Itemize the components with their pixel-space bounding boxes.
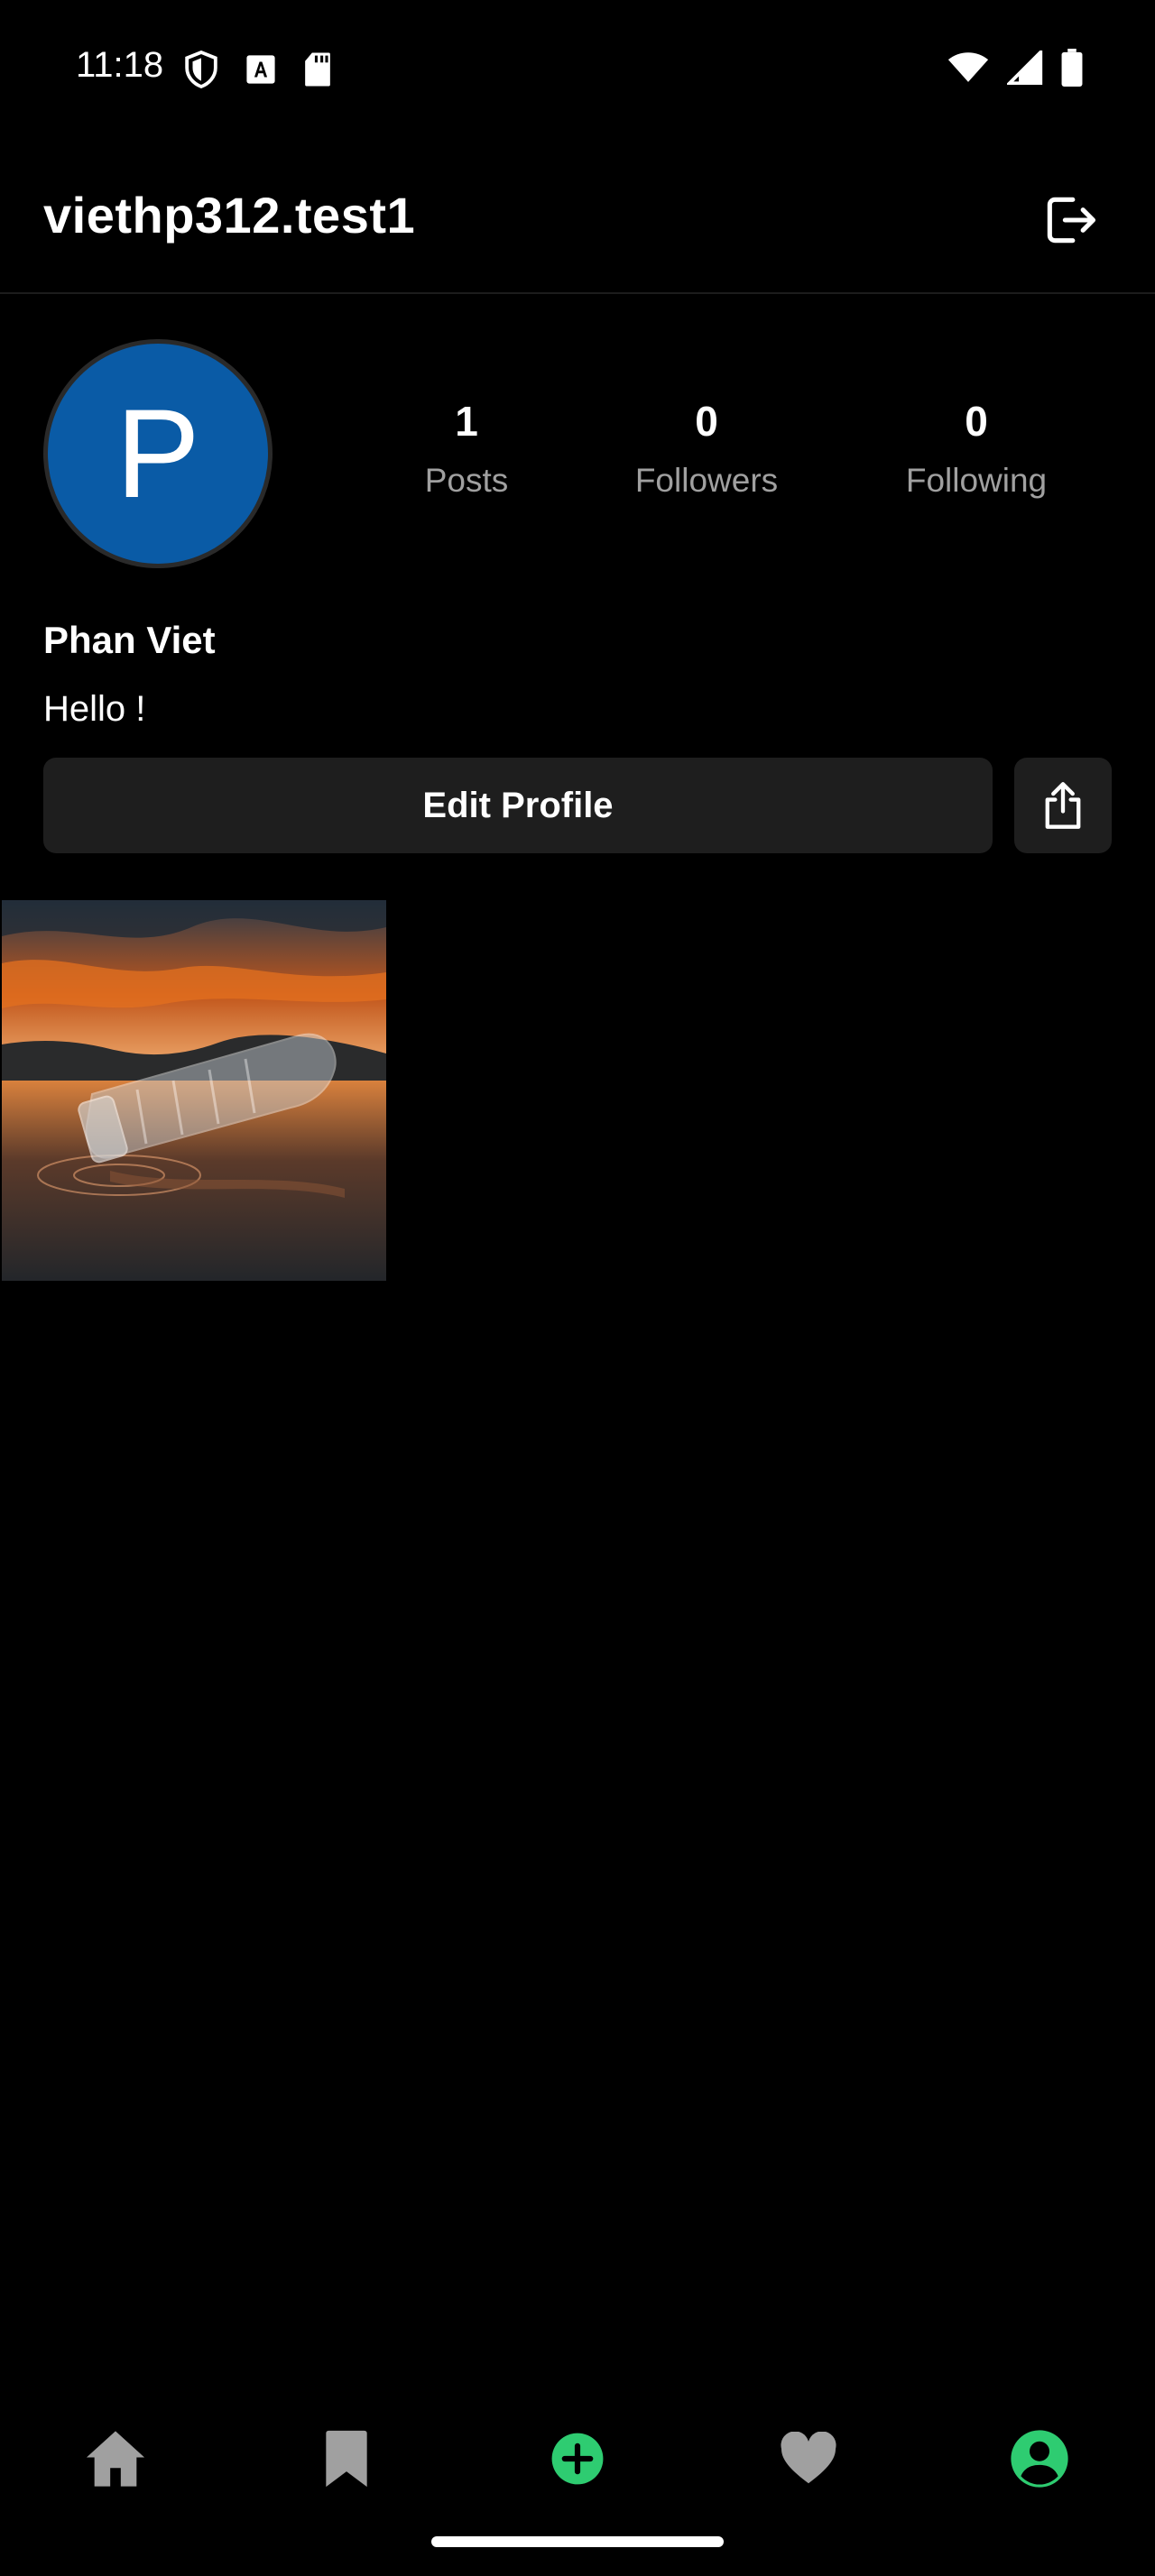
avatar[interactable]: P xyxy=(43,339,273,568)
nav-home[interactable] xyxy=(79,2423,152,2495)
app-header: viethp312.test1 xyxy=(0,153,1155,294)
bio-text: Hello ! xyxy=(43,689,146,729)
cell-signal-icon xyxy=(1007,51,1043,85)
nav-activity[interactable] xyxy=(772,2423,845,2495)
profile-icon xyxy=(1011,2430,1068,2488)
followers-label: Followers xyxy=(634,462,779,499)
status-right-icons xyxy=(947,49,1083,87)
bottom-nav xyxy=(0,2399,1155,2507)
home-indicator[interactable] xyxy=(431,2536,724,2547)
stat-posts[interactable]: 1 Posts xyxy=(367,397,566,500)
nav-profile[interactable] xyxy=(1003,2423,1076,2495)
following-label: Following xyxy=(905,462,1048,499)
post-thumbnail[interactable] xyxy=(2,900,386,1281)
logout-button[interactable] xyxy=(1040,189,1101,251)
heart-icon xyxy=(781,2432,836,2484)
following-count: 0 xyxy=(965,398,988,445)
nav-add-post[interactable] xyxy=(541,2423,614,2495)
stat-followers[interactable]: 0 Followers xyxy=(607,397,806,500)
font-download-icon xyxy=(246,55,275,84)
edit-profile-button[interactable]: Edit Profile xyxy=(43,758,993,853)
wifi-icon xyxy=(947,52,989,82)
status-time: 11:18 xyxy=(76,45,164,85)
profile-username: viethp312.test1 xyxy=(43,187,416,244)
home-icon xyxy=(86,2431,145,2487)
battery-icon xyxy=(1061,49,1083,87)
share-icon xyxy=(1045,782,1081,829)
posts-count: 1 xyxy=(455,398,478,445)
bookmark-icon xyxy=(326,2430,367,2488)
display-name: Phan Viet xyxy=(43,619,216,661)
followers-count: 0 xyxy=(695,398,718,445)
shield-icon xyxy=(185,51,217,88)
status-bar: 11:18 xyxy=(0,0,1155,135)
status-left-icons xyxy=(184,51,332,88)
posts-label: Posts xyxy=(424,462,509,499)
logout-icon xyxy=(1047,197,1096,244)
sd-card-icon xyxy=(305,52,330,87)
stat-following[interactable]: 0 Following xyxy=(877,397,1076,500)
add-post-icon xyxy=(551,2433,604,2485)
bottle-photo xyxy=(2,900,386,1281)
share-profile-button[interactable] xyxy=(1014,758,1112,853)
nav-saved[interactable] xyxy=(310,2423,383,2495)
